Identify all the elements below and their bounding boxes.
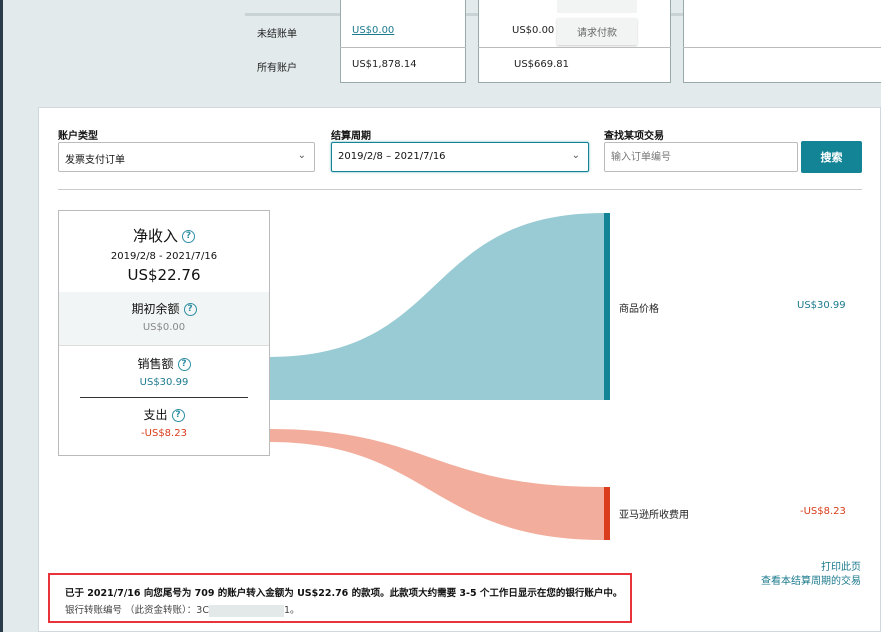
help-icon[interactable]: ? xyxy=(171,409,185,422)
bar-amazon-fees xyxy=(604,487,610,540)
flow-value-fees: -US$8.23 xyxy=(800,506,846,517)
notice-text: 已于 2021/7/16 向您尾号为 709 的账户转入金额为 US$22.76… xyxy=(65,588,623,599)
expense-label: 支出 xyxy=(143,408,168,422)
divider xyxy=(80,397,248,398)
net-amount: US$22.76 xyxy=(127,266,201,284)
transfer-notice: 已于 2021/7/16 向您尾号为 709 的账户转入金额为 US$22.76… xyxy=(48,573,632,623)
bar-product-price xyxy=(604,213,610,400)
transfer-ref-end: 1。 xyxy=(283,605,300,616)
net-period: 2019/2/8 - 2021/7/16 xyxy=(110,251,218,262)
sales-value: US$30.99 xyxy=(139,377,189,388)
flow-amazon-fees xyxy=(269,429,604,540)
help-icon[interactable]: ? xyxy=(183,303,197,316)
opening-value: US$0.00 xyxy=(142,322,186,333)
help-icon[interactable]: ? xyxy=(182,230,195,243)
help-icon[interactable]: ? xyxy=(177,358,191,371)
sales-label: 销售额 xyxy=(137,357,174,371)
opening-label: 期初余额 xyxy=(131,302,180,316)
flow-product-price xyxy=(269,213,604,400)
transfer-ref-label: 银行转账编号 （此资金转账）： xyxy=(65,605,197,616)
net-income-card: 净收入? 2019/2/8 - 2021/7/16 US$22.76 期初余额?… xyxy=(58,210,270,456)
transfer-ref-start: 3C xyxy=(196,605,209,616)
net-income-title: 净收入? xyxy=(59,225,269,246)
print-link[interactable]: 打印此页 xyxy=(821,558,861,573)
flow-label-fees: 亚马逊所收费用 xyxy=(619,510,689,521)
redacted-block xyxy=(208,604,284,617)
view-transactions-link[interactable]: 查看本结算周期的交易 xyxy=(761,572,861,587)
opening-balance-section: 期初余额? US$0.00 xyxy=(59,292,269,346)
expense-value: -US$8.23 xyxy=(141,428,187,439)
flow-value-product: US$30.99 xyxy=(797,300,846,311)
flow-label-product: 商品价格 xyxy=(619,304,659,315)
